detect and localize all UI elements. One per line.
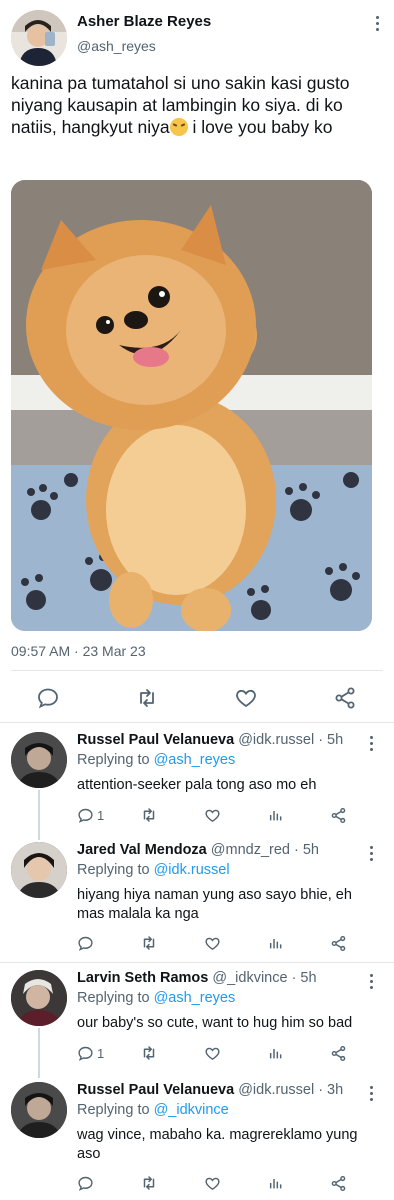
more-icon[interactable] bbox=[366, 736, 376, 752]
reply-text: wag vince, mabaho ka. magrereklamo yung … bbox=[77, 1127, 358, 1162]
share-icon[interactable] bbox=[330, 1044, 347, 1062]
reply-author-name[interactable]: Jared Val Mendoza bbox=[77, 842, 207, 858]
more-icon[interactable] bbox=[366, 1086, 376, 1102]
reply-time: · 5h bbox=[291, 970, 317, 986]
reply-text: our baby's so cute, want to hug him so b… bbox=[77, 1015, 353, 1031]
author-name[interactable]: Asher Blaze Reyes bbox=[77, 13, 211, 30]
reply-tweet[interactable]: Russel Paul Velanueva @idk.russel · 3h R… bbox=[0, 1082, 394, 1200]
reply-author-name[interactable]: Russel Paul Velanueva bbox=[77, 732, 234, 748]
share-icon[interactable] bbox=[330, 934, 347, 952]
reply-icon[interactable] bbox=[77, 1174, 97, 1192]
reply-text: attention-seeker pala tong aso mo eh bbox=[77, 777, 317, 793]
reply-time: · 5h bbox=[294, 842, 320, 858]
reply-header: Larvin Seth Ramos @_idkvince · 5h bbox=[77, 970, 357, 986]
tweet-text: kanina pa tumatahol si uno sakin kasi gu… bbox=[11, 72, 381, 138]
replying-label: Replying to bbox=[77, 990, 154, 1006]
replying-to: Replying to @ash_reyes bbox=[77, 990, 235, 1006]
avatar[interactable] bbox=[11, 970, 67, 1026]
replying-to-link[interactable]: @idk.russel bbox=[154, 862, 230, 878]
replying-to-link[interactable]: @_idkvince bbox=[154, 1102, 229, 1118]
retweet-icon[interactable] bbox=[140, 806, 158, 824]
replying-label: Replying to bbox=[77, 752, 154, 768]
retweet-icon[interactable] bbox=[140, 1174, 158, 1192]
reply-header: Russel Paul Velanueva @idk.russel · 3h bbox=[77, 1082, 357, 1098]
divider bbox=[0, 962, 394, 963]
tweet-timestamp[interactable]: 09:57 AM · 23 Mar 23 bbox=[11, 643, 146, 659]
replying-to-link[interactable]: @ash_reyes bbox=[154, 990, 236, 1006]
reply-tweet[interactable]: Russel Paul Velanueva @idk.russel · 5h R… bbox=[0, 732, 394, 840]
reply-icon[interactable] bbox=[77, 934, 97, 952]
author-handle[interactable]: @ash_reyes bbox=[77, 38, 156, 54]
retweet-icon[interactable] bbox=[140, 1044, 158, 1062]
reply-icon[interactable] bbox=[36, 686, 60, 710]
share-icon[interactable] bbox=[333, 686, 357, 710]
avatar[interactable] bbox=[11, 1082, 67, 1138]
replying-label: Replying to bbox=[77, 862, 154, 878]
share-icon[interactable] bbox=[330, 806, 347, 824]
reply-actions: 1 bbox=[77, 1044, 367, 1064]
reply-actions bbox=[77, 1174, 367, 1194]
reply-handle[interactable]: @idk.russel bbox=[238, 732, 314, 748]
heart-icon[interactable] bbox=[204, 934, 221, 952]
retweet-icon[interactable] bbox=[135, 686, 159, 710]
thread-line bbox=[38, 1028, 40, 1078]
reply-author-name[interactable]: Larvin Seth Ramos bbox=[77, 970, 208, 986]
heart-icon[interactable] bbox=[204, 1044, 221, 1062]
avatar[interactable] bbox=[11, 732, 67, 788]
reply-icon[interactable]: 1 bbox=[77, 1044, 104, 1062]
views-icon[interactable] bbox=[268, 1174, 284, 1192]
replying-to: Replying to @ash_reyes bbox=[77, 752, 235, 768]
divider bbox=[11, 670, 383, 671]
tweet-photo[interactable] bbox=[11, 180, 372, 631]
heart-icon[interactable] bbox=[234, 686, 258, 710]
reply-author-name[interactable]: Russel Paul Velanueva bbox=[77, 1082, 234, 1098]
replying-label: Replying to bbox=[77, 1102, 154, 1118]
more-icon[interactable] bbox=[371, 16, 383, 36]
more-icon[interactable] bbox=[366, 846, 376, 862]
retweet-icon[interactable] bbox=[140, 934, 158, 952]
reply-tweet[interactable]: Larvin Seth Ramos @_idkvince · 5h Replyi… bbox=[0, 970, 394, 1078]
replying-to: Replying to @idk.russel bbox=[77, 862, 230, 878]
share-icon[interactable] bbox=[330, 1174, 347, 1192]
main-tweet-actions bbox=[0, 684, 394, 712]
reply-tweet[interactable]: Jared Val Mendoza @mndz_red · 5h Replyin… bbox=[0, 842, 394, 962]
reply-count: 1 bbox=[97, 1045, 105, 1061]
heart-icon[interactable] bbox=[204, 806, 221, 824]
avatar[interactable] bbox=[11, 10, 67, 66]
reply-header: Jared Val Mendoza @mndz_red · 5h bbox=[77, 842, 357, 858]
replying-to-link[interactable]: @ash_reyes bbox=[154, 752, 236, 768]
views-icon[interactable] bbox=[268, 1044, 284, 1062]
reply-time: · 5h bbox=[318, 732, 344, 748]
reply-header: Russel Paul Velanueva @idk.russel · 5h bbox=[77, 732, 357, 748]
confounded-face-icon bbox=[169, 118, 188, 136]
main-tweet-header: Asher Blaze Reyes @ash_reyes bbox=[11, 8, 383, 68]
views-icon[interactable] bbox=[268, 934, 284, 952]
tweet-text-part2: i love you baby ko bbox=[187, 117, 333, 137]
reply-handle[interactable]: @idk.russel bbox=[238, 1082, 314, 1098]
heart-icon[interactable] bbox=[204, 1174, 221, 1192]
reply-icon[interactable]: 1 bbox=[77, 806, 104, 824]
reply-time: · 3h bbox=[318, 1082, 344, 1098]
thread-line bbox=[38, 790, 40, 840]
replying-to: Replying to @_idkvince bbox=[77, 1102, 229, 1118]
reply-handle[interactable]: @mndz_red bbox=[211, 842, 290, 858]
reply-actions: 1 bbox=[77, 806, 367, 826]
divider bbox=[0, 722, 394, 723]
views-icon[interactable] bbox=[268, 806, 284, 824]
reply-actions bbox=[77, 934, 367, 954]
avatar[interactable] bbox=[11, 842, 67, 898]
reply-count: 1 bbox=[97, 807, 105, 823]
reply-handle[interactable]: @_idkvince bbox=[212, 970, 287, 986]
reply-text: hiyang hiya naman yung aso sayo bhie, eh… bbox=[77, 887, 352, 922]
more-icon[interactable] bbox=[366, 974, 376, 990]
